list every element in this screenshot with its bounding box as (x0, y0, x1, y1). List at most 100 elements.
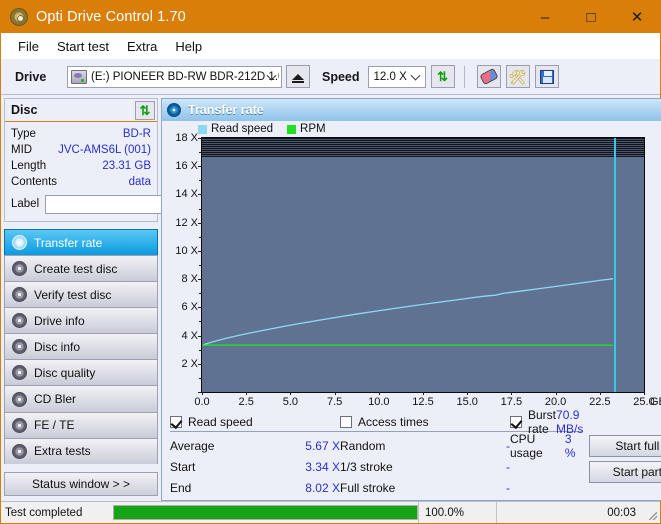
x-axis-tick-label: 0.0 (194, 396, 210, 408)
eject-icon (292, 73, 304, 83)
x-axis-tick-label: 17.5 (500, 396, 523, 408)
disc-row-value: JVC-AMS6L (001) (58, 144, 151, 156)
x-axis-tick-mark (290, 392, 291, 395)
disc-icon (12, 417, 27, 433)
disc-icon (12, 365, 27, 381)
save-floppy-icon (539, 69, 554, 84)
disc-row-label: Type (11, 128, 36, 140)
start-part-button[interactable]: Start part (589, 461, 661, 483)
burst-rate-checkbox[interactable] (510, 415, 522, 428)
sidebar-item-transfer-rate[interactable]: Transfer rate (4, 229, 158, 256)
chart-plot-area[interactable]: 2 X 4 X 6 X 8 X 10 X 12 X 14 X 16 X 18 X 0.0 2.5 5.… (175, 132, 661, 408)
stat-row-full-stroke: Full stroke - (340, 477, 510, 498)
burst-rate-inner: Burst rate 70.9 MB/s CPU usage 3 % Start… (510, 408, 661, 487)
stat-value: 3 % (564, 431, 576, 460)
menu-item-extra[interactable]: Extra (118, 36, 166, 57)
sidebar-item-drive-info[interactable]: Drive info (4, 307, 158, 334)
x-axis-unit-label: GB (650, 396, 661, 408)
x-axis-tick-label: 10.0 (368, 396, 390, 408)
save-button[interactable] (534, 65, 559, 88)
sidebar-item-extra-tests[interactable]: Extra tests (4, 437, 158, 464)
x-axis-tick-label: 22.5 (589, 396, 611, 408)
sidebar-item-disc-quality[interactable]: Disc quality (4, 359, 158, 386)
refresh-icon: ⇅ (139, 102, 151, 118)
close-button[interactable]: ✕ (614, 1, 660, 33)
speed-label: Speed (322, 69, 360, 84)
stat-row-random: Random - (340, 435, 510, 456)
elapsed-time: 00:03 (496, 502, 644, 523)
x-axis-tick-label: 2.5 (238, 396, 254, 408)
read-speed-checkbox[interactable] (170, 415, 182, 428)
disc-icon (12, 235, 27, 251)
access-times-checkbox[interactable] (340, 415, 352, 428)
sidebar-item-create-test-disc[interactable]: Create test disc (4, 255, 158, 282)
maximize-icon: □ (586, 8, 596, 26)
disc-refresh-button[interactable]: ⇅ (135, 100, 155, 120)
chart-cursor-line[interactable] (614, 138, 616, 392)
sidebar-item-label: Disc info (34, 339, 81, 354)
stat-label: Full stroke (340, 480, 396, 495)
disc-icon (12, 313, 27, 329)
maximize-button[interactable]: □ (568, 1, 614, 33)
sidebar-item-label: CD Bler (34, 392, 77, 406)
speed-select[interactable]: 12.0 X (367, 65, 426, 88)
drive-select[interactable]: (E:) PIONEER BD-RW BDR-212D 1.00 (67, 65, 282, 88)
menu-item-start-test[interactable]: Start test (48, 36, 118, 57)
sidebar-item-verify-test-disc[interactable]: Verify test disc (4, 281, 158, 308)
stat-label: End (170, 480, 192, 495)
speed-select-value: 12.0 X (373, 70, 407, 83)
stat-label: Average (170, 438, 215, 453)
disc-row-label: MID (11, 144, 33, 156)
legend-swatch-rpm (287, 124, 297, 134)
sidebar-item-label: Extra tests (34, 444, 91, 459)
stat-row-average: Average 5.67 X (170, 435, 340, 456)
disc-panel-header: Disc ⇅ (5, 99, 157, 122)
tools-button[interactable]: 🛠 (505, 65, 530, 88)
y-axis-tick-label: 10 X (175, 244, 198, 257)
disc-row-mid: MID JVC-AMS6L (001) (11, 142, 151, 158)
y-axis-tick-label: 18 X (175, 132, 198, 144)
disc-icon (167, 103, 181, 117)
refresh-icon: ⇅ (437, 69, 448, 84)
eraser-icon (478, 67, 499, 86)
menu-item-help[interactable]: Help (166, 36, 211, 57)
stat-value: 3.34 X (305, 459, 340, 474)
stats-burst-rate-column: Burst rate 70.9 MB/s CPU usage 3 % Start… (510, 408, 661, 500)
status-window-button[interactable]: Status window > > (4, 471, 158, 496)
app-disc-icon (10, 8, 28, 26)
menu-item-file[interactable]: File (9, 36, 48, 57)
window-title: Opti Drive Control 1.70 (36, 9, 186, 25)
stat-value: 8.02 X (305, 480, 340, 495)
sidebar-item-disc-info[interactable]: Disc info (4, 333, 158, 360)
minimize-button[interactable]: – (522, 1, 568, 33)
start-full-label: Start full (615, 439, 660, 453)
x-axis-tick-mark (246, 392, 247, 395)
chart-series-layer (202, 278, 614, 346)
sidebar-item-cd-bler[interactable]: CD Bler (4, 385, 158, 412)
legend-swatch-read-speed (198, 124, 207, 134)
x-axis-tick-label: 7.5 (326, 396, 343, 408)
y-axis-tick-label: 2 X (181, 357, 198, 370)
sidebar-item-label: Create test disc (34, 261, 118, 276)
eject-button[interactable] (286, 65, 310, 88)
stat-row-start: Start 3.34 X (170, 456, 340, 477)
x-axis-tick-mark (644, 392, 645, 395)
x-axis-tick-mark (467, 392, 468, 395)
sidebar-item-label: FE / TE (34, 418, 75, 433)
resize-grip-icon[interactable] (644, 502, 660, 523)
start-full-button[interactable]: Start full (589, 435, 661, 457)
series-read-speed (202, 278, 614, 346)
legend-label-rpm: RPM (300, 123, 326, 135)
y-axis-tick-label: 4 X (181, 329, 198, 342)
y-axis-tick-label: 14 X (175, 188, 198, 201)
y-axis-tick-label: 12 X (175, 216, 198, 229)
refresh-drive-button[interactable]: ⇅ (430, 65, 455, 88)
toolbar-separator (463, 65, 465, 88)
sidebar-item-fe-te[interactable]: FE / TE (4, 411, 158, 438)
read-speed-title: Read speed (188, 414, 253, 429)
x-axis-tick-mark (600, 392, 601, 395)
burst-rate-left: Burst rate 70.9 MB/s CPU usage 3 % (510, 408, 583, 487)
disc-row-value: data (128, 176, 151, 188)
disc-label-caption: Label (11, 198, 40, 210)
erase-disc-button[interactable] (476, 65, 501, 88)
